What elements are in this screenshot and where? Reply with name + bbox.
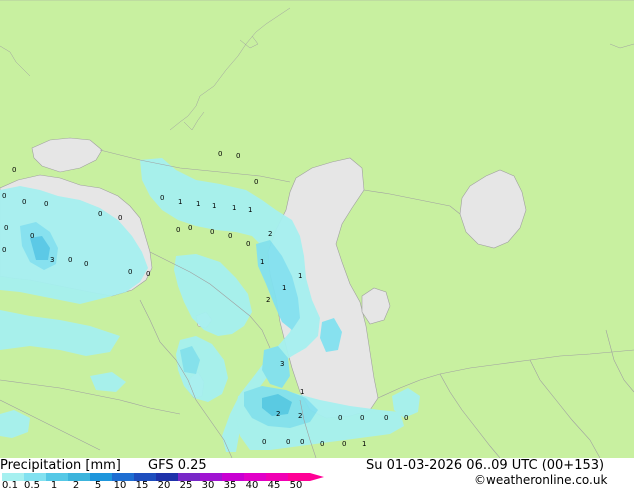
- value-marker: 1: [300, 388, 304, 396]
- value-marker: 0: [254, 178, 258, 186]
- value-marker: 2: [266, 296, 270, 304]
- colorbar-ticks: 0.1 0.5 1 2 5 10 15 20 25 30 35 40 45 50: [0, 480, 340, 491]
- value-marker: 1: [232, 204, 236, 212]
- value-marker: 1: [196, 200, 200, 208]
- value-marker: 1: [260, 258, 264, 266]
- valid-time: Su 01-03-2026 06..09 UTC (00+153): [366, 458, 605, 473]
- rivers: [0, 0, 634, 131]
- value-marker: 0: [404, 414, 408, 422]
- colorbar-tick-label: 30: [201, 480, 215, 491]
- credit-link[interactable]: ©weatheronline.co.uk: [474, 473, 607, 487]
- value-marker: 0: [4, 224, 8, 232]
- value-marker: 0: [68, 256, 72, 264]
- colorbar-tick-label: 2: [72, 480, 80, 491]
- value-marker: 0: [128, 268, 132, 276]
- map-canvas: 000 00 00001 1 1 1 1112223300 0 00100 00020 0 0 0 0 10…: [0, 0, 634, 458]
- chart-title: Precipitation [mm]: [0, 458, 121, 473]
- value-marker: 0: [2, 246, 6, 254]
- value-marker: 0: [218, 150, 222, 158]
- colorbar-tick-label: 0.5: [24, 480, 40, 491]
- precipitation-map: 0000000001111111222330000010000020000010…: [0, 0, 634, 458]
- value-marker: 0: [300, 438, 304, 446]
- sea-of-azov: [31, 137, 103, 173]
- value-marker: 0: [210, 228, 214, 236]
- value-marker: 0: [160, 194, 164, 202]
- value-marker: 0: [30, 232, 34, 240]
- colorbar-tick-label: 15: [135, 480, 149, 491]
- value-marker: 1: [178, 198, 182, 206]
- value-marker: 3: [280, 360, 284, 368]
- value-marker: 0: [320, 440, 324, 448]
- colorbar-tick-label: 45: [267, 480, 281, 491]
- value-marker: 0: [342, 440, 346, 448]
- value-marker: 0: [176, 226, 180, 234]
- value-marker: 1: [248, 206, 252, 214]
- colorbar-tick-label: 20: [157, 480, 171, 491]
- colorbar-tick-label: 50: [289, 480, 303, 491]
- value-marker: 0: [188, 224, 192, 232]
- value-marker: 0: [286, 438, 290, 446]
- value-marker: 0: [12, 166, 16, 174]
- value-marker: 1: [282, 284, 286, 292]
- value-marker: 0: [44, 200, 48, 208]
- value-marker: 0: [2, 192, 6, 200]
- value-marker: 0: [236, 152, 240, 160]
- kara-bogaz-gol: [361, 287, 391, 325]
- colorbar-tick-label: 5: [94, 480, 102, 491]
- value-marker: 1: [212, 202, 216, 210]
- value-marker: 0: [22, 198, 26, 206]
- colorbar-tick-label: 25: [179, 480, 193, 491]
- value-marker: 0: [338, 414, 342, 422]
- value-marker: 0: [246, 240, 250, 248]
- value-marker: 0: [146, 270, 150, 278]
- value-marker: 0: [84, 260, 88, 268]
- colorbar-tick-label: 1: [50, 480, 58, 491]
- value-marker: 2: [268, 230, 272, 238]
- value-marker: 2: [276, 410, 280, 418]
- aral-sea: [459, 169, 527, 249]
- colorbar-tick-label: 35: [223, 480, 237, 491]
- value-marker: 0: [98, 210, 102, 218]
- value-marker: 1: [298, 272, 302, 280]
- colorbar-tick-label: 10: [113, 480, 127, 491]
- value-marker: 1: [362, 440, 366, 448]
- value-marker: 3: [50, 256, 54, 264]
- value-marker: 0: [262, 438, 266, 446]
- value-marker: 0: [384, 414, 388, 422]
- model-name: GFS 0.25: [148, 458, 207, 473]
- value-marker: 0: [228, 232, 232, 240]
- colorbar-tick-label: 0.1: [2, 480, 18, 491]
- value-marker: 0: [360, 414, 364, 422]
- value-marker: 2: [298, 412, 302, 420]
- colorbar-tick-label: 40: [245, 480, 259, 491]
- value-marker: 0: [118, 214, 122, 222]
